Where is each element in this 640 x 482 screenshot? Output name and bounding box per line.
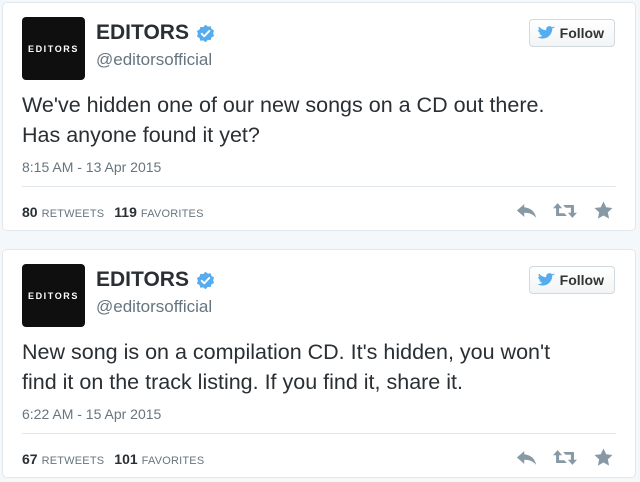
avatar[interactable]: EDITORS xyxy=(22,264,85,327)
favorites-label[interactable]: FAVORITES xyxy=(141,208,204,220)
timestamp[interactable]: 8:15 AM - 13 Apr 2015 xyxy=(22,159,161,175)
favorites-label[interactable]: FAVORITES xyxy=(142,455,205,467)
timestamp[interactable]: 6:22 AM - 15 Apr 2015 xyxy=(22,406,161,422)
tweet-card: EDITORS EDITORS @editorsofficial Follow … xyxy=(2,2,636,231)
tweet-actions xyxy=(515,201,615,219)
tweet-text: We've hidden one of our new songs on a C… xyxy=(22,90,622,150)
handle[interactable]: @editorsofficial xyxy=(96,50,212,70)
favorite-count[interactable]: 119 xyxy=(114,204,137,220)
display-name[interactable]: EDITORS xyxy=(96,268,189,292)
display-name[interactable]: EDITORS xyxy=(96,21,189,45)
retweet-icon[interactable] xyxy=(553,201,577,219)
tweet-card: EDITORS EDITORS @editorsofficial Follow … xyxy=(2,249,636,478)
avatar[interactable]: EDITORS xyxy=(22,17,85,80)
retweet-count[interactable]: 67 xyxy=(22,451,38,467)
divider xyxy=(22,186,616,187)
favorite-count[interactable]: 101 xyxy=(114,451,137,467)
tweet-stats: 80 RETWEETS 119 FAVORITES xyxy=(22,204,214,220)
retweets-label[interactable]: RETWEETS xyxy=(42,455,105,467)
avatar-logo-text: EDITORS xyxy=(27,43,80,54)
retweet-icon[interactable] xyxy=(553,448,577,466)
divider xyxy=(22,433,616,434)
author-name-row: EDITORS xyxy=(96,268,215,292)
star-icon[interactable] xyxy=(591,448,615,466)
twitter-bird-icon xyxy=(537,273,555,287)
avatar-logo-text: EDITORS xyxy=(27,290,80,301)
handle[interactable]: @editorsofficial xyxy=(96,297,212,317)
reply-icon[interactable] xyxy=(515,448,539,466)
follow-label: Follow xyxy=(559,272,604,288)
star-icon[interactable] xyxy=(591,201,615,219)
tweet-text-line: We've hidden one of our new songs on a C… xyxy=(22,93,545,117)
tweet-stats: 67 RETWEETS 101 FAVORITES xyxy=(22,451,214,467)
tweet-text-line: Has anyone found it yet? xyxy=(22,123,260,147)
reply-icon[interactable] xyxy=(515,201,539,219)
verified-badge-icon xyxy=(196,24,215,43)
author-name-row: EDITORS xyxy=(96,21,215,45)
retweet-count[interactable]: 80 xyxy=(22,204,38,220)
tweet-actions xyxy=(515,448,615,466)
retweets-label[interactable]: RETWEETS xyxy=(42,208,105,220)
follow-button[interactable]: Follow xyxy=(528,266,615,294)
tweet-text-line: New song is on a compilation CD. It's hi… xyxy=(22,340,551,364)
tweet-text-line: find it on the track listing. If you fin… xyxy=(22,370,463,394)
verified-badge-icon xyxy=(196,271,215,290)
twitter-bird-icon xyxy=(537,26,555,40)
tweet-text: New song is on a compilation CD. It's hi… xyxy=(22,337,622,397)
follow-label: Follow xyxy=(559,25,604,41)
follow-button[interactable]: Follow xyxy=(528,19,615,47)
